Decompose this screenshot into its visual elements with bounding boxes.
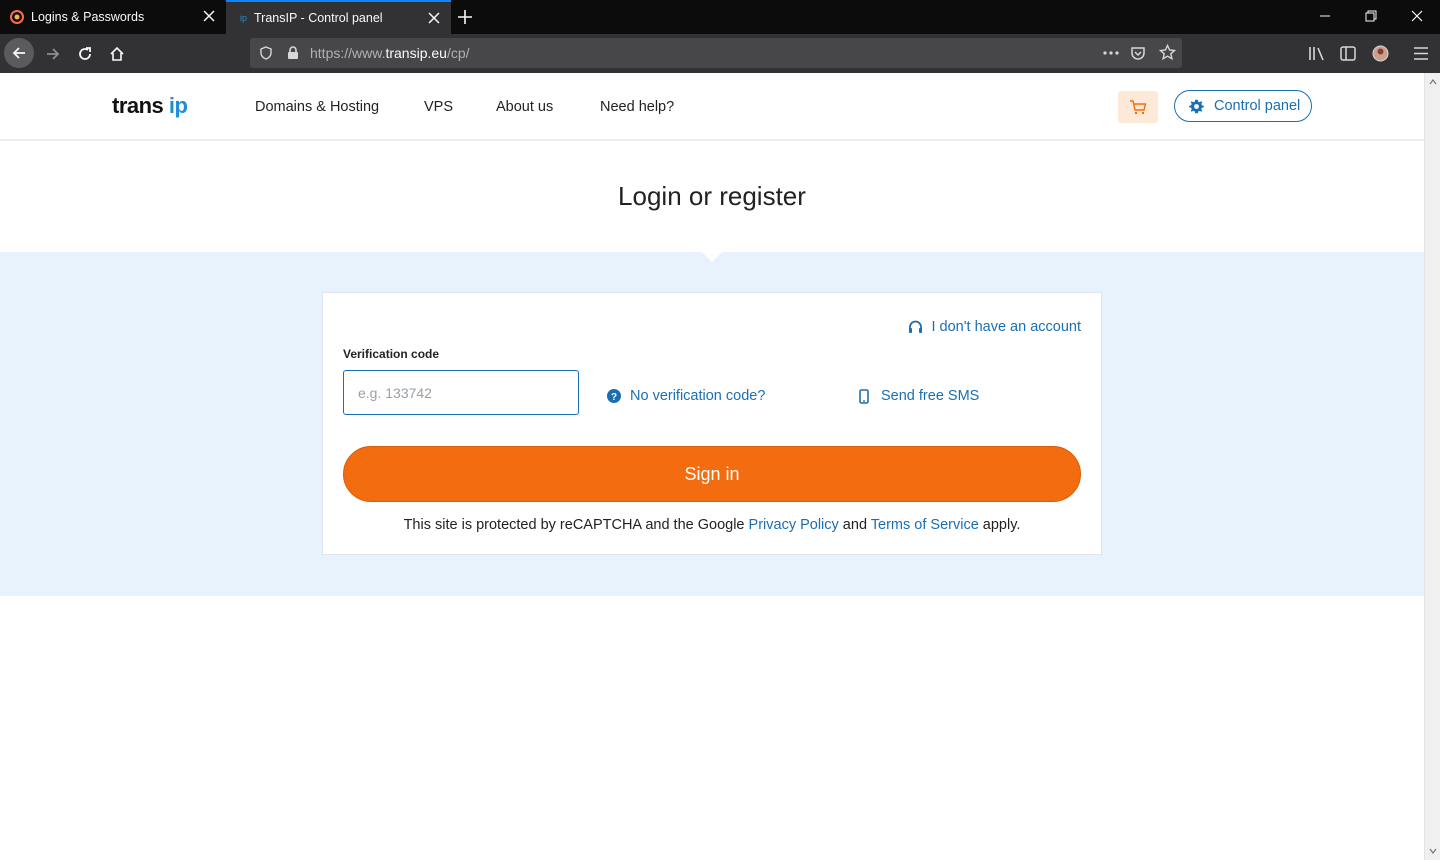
- headset-icon: [908, 320, 922, 333]
- band-notch: [702, 252, 722, 262]
- new-tab-icon[interactable]: [456, 8, 474, 26]
- transip-favicon-icon: ip: [240, 13, 248, 23]
- transip-logo[interactable]: trans ip: [112, 93, 188, 119]
- web-page: trans ip Domains & Hosting VPS About us …: [0, 73, 1424, 860]
- close-tab-icon[interactable]: [427, 11, 441, 25]
- page-scrollbar[interactable]: [1424, 73, 1440, 860]
- page-actions-icon[interactable]: [1102, 45, 1120, 61]
- no-verification-code-link[interactable]: ? No verification code?: [607, 388, 765, 404]
- arrow-left-icon: [12, 47, 25, 59]
- cart-button[interactable]: [1118, 91, 1158, 123]
- site-header: trans ip Domains & Hosting VPS About us …: [0, 73, 1424, 141]
- sidebar-icon[interactable]: [1340, 46, 1356, 61]
- hamburger-menu-icon[interactable]: [1413, 46, 1429, 61]
- close-window-icon[interactable]: [1410, 9, 1424, 23]
- url-bar[interactable]: https://www.transip.eu/cp/: [250, 38, 1182, 68]
- home-button[interactable]: [102, 39, 132, 69]
- nav-vps[interactable]: VPS: [424, 99, 453, 115]
- lock-icon[interactable]: [287, 46, 299, 60]
- gear-icon: [1189, 99, 1204, 113]
- verification-code-label: Verification code: [343, 347, 440, 361]
- nav-about-us[interactable]: About us: [496, 99, 553, 115]
- reload-button[interactable]: [70, 39, 100, 69]
- tab-logins-passwords[interactable]: Logins & Passwords: [0, 0, 226, 34]
- restore-window-icon[interactable]: [1364, 9, 1378, 23]
- mobile-phone-icon: [859, 388, 869, 404]
- tab-label: TransIP - Control panel: [254, 11, 383, 25]
- account-avatar-icon[interactable]: [1372, 45, 1389, 62]
- recaptcha-notice: This site is protected by reCAPTCHA and …: [403, 517, 1021, 533]
- scroll-down-icon[interactable]: [1429, 848, 1437, 854]
- privacy-policy-link[interactable]: Privacy Policy: [749, 517, 839, 533]
- tab-label: Logins & Passwords: [31, 10, 145, 24]
- question-icon: ?: [607, 389, 621, 403]
- forward-button[interactable]: [38, 39, 68, 69]
- cart-icon: [1130, 100, 1147, 115]
- login-card: I don't have an account Verification cod…: [322, 292, 1102, 555]
- library-icon[interactable]: [1308, 46, 1325, 61]
- verification-code-input[interactable]: [343, 370, 579, 415]
- browser-nav-bar: https://www.transip.eu/cp/: [0, 34, 1440, 73]
- tab-transip-control-panel[interactable]: ip TransIP - Control panel: [226, 0, 451, 34]
- arrow-right-icon: [47, 48, 60, 60]
- scroll-up-icon[interactable]: [1429, 79, 1437, 85]
- no-account-label: I don't have an account: [931, 319, 1082, 335]
- control-panel-label: Control panel: [1214, 98, 1301, 114]
- back-button[interactable]: [4, 38, 34, 68]
- close-tab-icon[interactable]: [202, 9, 216, 23]
- browser-tab-bar: Logins & Passwords ip TransIP - Control …: [0, 0, 1440, 34]
- pocket-icon[interactable]: [1130, 45, 1146, 61]
- home-icon: [110, 46, 124, 61]
- sign-in-button[interactable]: Sign in: [343, 446, 1081, 502]
- send-free-sms-link[interactable]: Send free SMS: [859, 388, 979, 404]
- control-panel-button[interactable]: Control panel: [1174, 90, 1312, 122]
- svg-text:?: ?: [611, 392, 617, 403]
- page-title: Login or register: [618, 181, 806, 211]
- no-verification-code-label: No verification code?: [630, 388, 766, 404]
- no-account-link[interactable]: I don't have an account: [908, 319, 1082, 335]
- url-text: https://www.transip.eu/cp/: [310, 45, 470, 61]
- lockwise-icon: [10, 10, 24, 24]
- send-free-sms-label: Send free SMS: [881, 388, 980, 404]
- nav-need-help[interactable]: Need help?: [600, 99, 674, 115]
- nav-domains-hosting[interactable]: Domains & Hosting: [255, 99, 379, 115]
- tracking-shield-icon[interactable]: [259, 46, 273, 60]
- bookmark-star-icon[interactable]: [1159, 44, 1176, 61]
- reload-icon: [79, 47, 91, 60]
- minimize-window-icon[interactable]: [1318, 9, 1332, 23]
- terms-of-service-link[interactable]: Terms of Service: [871, 517, 979, 533]
